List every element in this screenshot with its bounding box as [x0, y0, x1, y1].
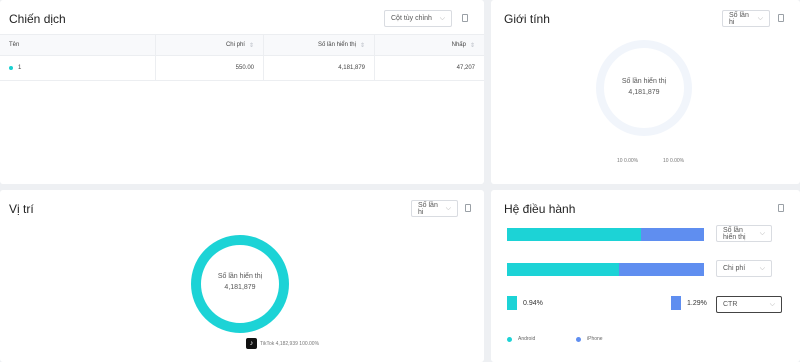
- status-dot-icon: [9, 66, 13, 70]
- ctr-android-value: 0.94%: [523, 300, 543, 307]
- row-clicks: 47,207: [456, 65, 475, 71]
- campaign-panel: Chiến dịch Cột tùy chỉnh ⌵ Tên Chi phí ⇕ …: [0, 0, 484, 184]
- export-icon[interactable]: [778, 204, 784, 212]
- table-header: Tên Chi phí ⇕ Số lần hiển thị ⇕ Nhấp ⇕: [0, 34, 484, 56]
- position-metric-label: Số lần hi: [418, 201, 438, 216]
- position-metric-select[interactable]: Số lần hi ⌵: [411, 200, 458, 217]
- chevron-down-icon: ⌵: [769, 300, 775, 308]
- campaign-table: Tên Chi phí ⇕ Số lần hiển thị ⇕ Nhấp ⇕ 1 55…: [0, 34, 484, 81]
- os-row2-select[interactable]: Chi phí ⌵: [716, 260, 772, 277]
- row-cost: 550.00: [156, 56, 264, 80]
- gender-metric-label: Số lần hi: [729, 11, 749, 26]
- header-cost[interactable]: Chi phí ⇕: [156, 35, 264, 55]
- legend-item-android[interactable]: Android: [507, 336, 535, 342]
- gender-metric-select[interactable]: Số lần hi ⌵: [722, 10, 770, 27]
- ctr-iphone-bar[interactable]: [671, 296, 681, 310]
- chevron-down-icon: ⌵: [445, 204, 451, 212]
- center-value: 4,181,879: [224, 284, 256, 291]
- position-center: Số lần hiển thị 4,181,879: [190, 271, 290, 293]
- center-label: Số lần hiển thị: [621, 78, 667, 85]
- position-panel: Vị trí Số lần hi ⌵ Số lần hiển thị 4,181…: [0, 190, 484, 362]
- cost-bar[interactable]: [507, 263, 704, 276]
- bar-segment-android[interactable]: [507, 228, 641, 241]
- row1-select-label: Số lần hiển thị: [723, 226, 746, 241]
- custom-columns-button[interactable]: Cột tùy chỉnh ⌵: [384, 10, 452, 27]
- bar-segment-android[interactable]: [507, 263, 620, 276]
- gender-center: Số lần hiển thị 4,181,879: [594, 76, 694, 98]
- ctr-android-bar[interactable]: [507, 296, 517, 310]
- center-value: 4,181,879: [628, 89, 660, 96]
- row-impressions: 4,181,879: [264, 56, 375, 80]
- custom-columns-label: Cột tùy chỉnh: [391, 15, 432, 22]
- impressions-bar[interactable]: [507, 228, 704, 241]
- sort-icon[interactable]: ⇕: [249, 42, 254, 49]
- table-row[interactable]: 1 550.00 4,181,879 47,207: [0, 56, 484, 81]
- os-panel: Hệ điều hành Số lần hiển thị ⌵ Chi phí ⌵…: [491, 190, 800, 362]
- legend-item-iphone[interactable]: iPhone: [576, 336, 603, 342]
- os-title: Hệ điều hành: [504, 202, 576, 216]
- row3-select-label: CTR: [723, 301, 738, 308]
- os-row3-select[interactable]: CTR ⌵: [716, 296, 782, 313]
- gender-panel: Giới tính Số lần hi ⌵ Số lần hiển thị 4,…: [491, 0, 800, 184]
- ctr-iphone-value: 1.29%: [687, 300, 707, 307]
- campaign-title: Chiến dịch: [9, 12, 66, 26]
- legend-item[interactable]: 10 0.00%: [663, 158, 684, 164]
- bar-segment-iphone[interactable]: [619, 263, 704, 276]
- row2-select-label: Chi phí: [723, 265, 746, 272]
- chevron-down-icon: ⌵: [759, 229, 765, 237]
- header-name[interactable]: Tên: [0, 35, 156, 55]
- chevron-down-icon: ⌵: [757, 14, 763, 22]
- legend-item[interactable]: 10 0.00%: [617, 158, 638, 164]
- os-row1-select[interactable]: Số lần hiển thị ⌵: [716, 225, 772, 242]
- bar-segment-iphone[interactable]: [640, 228, 704, 241]
- position-title: Vị trí: [9, 202, 34, 216]
- chevron-down-icon: ⌵: [759, 264, 765, 272]
- chevron-down-icon: ⌵: [439, 14, 445, 22]
- sort-icon[interactable]: ⇕: [360, 42, 365, 49]
- center-label: Số lần hiển thị: [217, 273, 263, 280]
- export-icon[interactable]: [465, 204, 471, 212]
- sort-icon[interactable]: ⇕: [470, 42, 475, 49]
- export-icon[interactable]: [462, 14, 468, 22]
- header-impressions[interactable]: Số lần hiển thị ⇕: [264, 35, 375, 55]
- export-icon[interactable]: [778, 14, 784, 22]
- row-name: 1: [0, 56, 156, 80]
- iphone-dot-icon: [576, 336, 581, 342]
- legend-item-tiktok[interactable]: ♪ TikTok 4,182,939 100.00%: [246, 338, 319, 349]
- tiktok-icon: ♪: [246, 338, 257, 349]
- gender-title: Giới tính: [504, 12, 550, 26]
- android-dot-icon: [507, 336, 512, 342]
- header-clicks[interactable]: Nhấp ⇕: [375, 35, 484, 55]
